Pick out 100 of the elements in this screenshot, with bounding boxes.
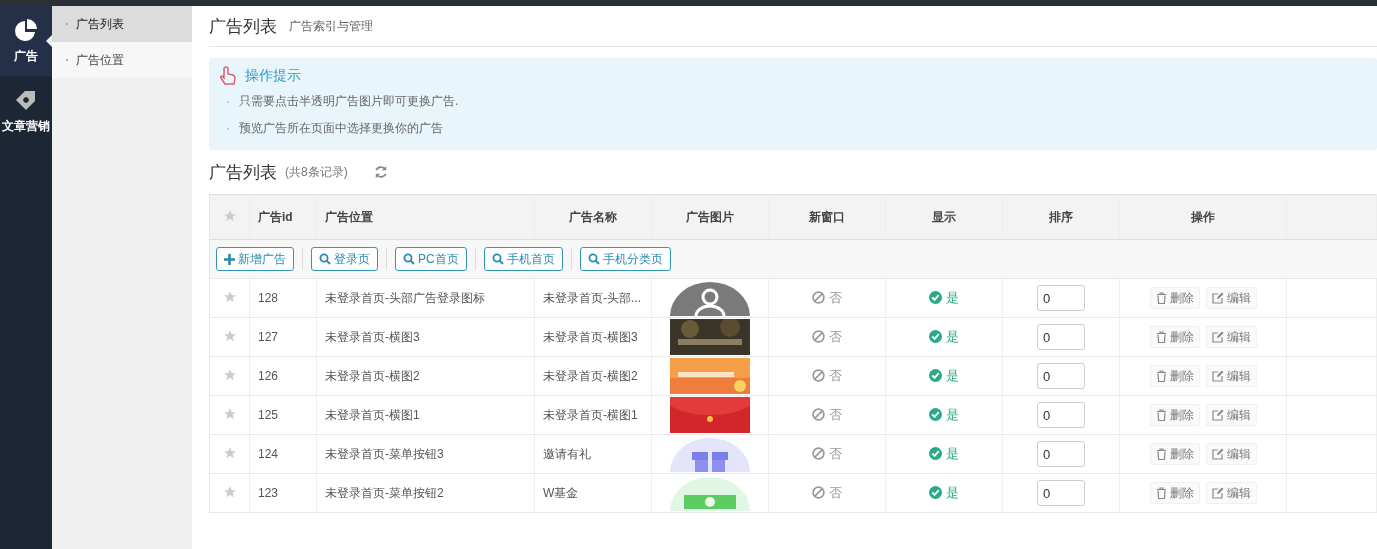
table-cell: 未登录首页-头部广告登录图标 [316,278,535,318]
check-circle-icon [929,447,942,461]
nav-item[interactable]: 广告 [0,6,52,76]
tip-text: 只需要点击半透明广告图片即可更换广告. [239,93,459,110]
search-icon [319,253,331,265]
star-icon[interactable] [222,289,237,304]
toggle-status[interactable]: 否 [812,288,842,307]
edit-icon [1211,331,1224,343]
column-header: 广告名称 [534,194,652,240]
star-icon[interactable] [222,328,237,343]
delete-button[interactable]: 删除 [1149,482,1200,504]
plus-icon [224,253,235,265]
edit-button[interactable]: 编辑 [1205,482,1257,504]
ban-icon [812,369,825,383]
edit-icon [1211,409,1224,421]
tips-title: 操作提示 [245,67,301,85]
table-cell: 未登录首页-横图3 [316,317,535,357]
star-icon[interactable] [222,445,237,460]
star-icon[interactable] [222,367,237,382]
edit-button[interactable]: 编辑 [1205,326,1257,348]
trash-icon [1155,331,1167,343]
star-icon[interactable] [222,406,237,421]
column-header: 显示 [885,194,1003,240]
delete-button[interactable]: 删除 [1149,287,1200,309]
sidebar-item[interactable]: 广告列表 [52,6,192,42]
page-title: 广告列表 [209,15,277,38]
toggle-status[interactable]: 否 [812,444,842,463]
sort-field[interactable]: 0 [1037,402,1085,428]
sort-field[interactable]: 0 [1037,363,1085,389]
search-icon [403,253,415,265]
table-cell: 126 [249,356,317,396]
table-cell: 128 [249,278,317,318]
table-cell: 124 [249,434,317,474]
toggle-status[interactable]: 否 [812,483,842,502]
edit-button[interactable]: 编辑 [1205,365,1257,387]
check-circle-icon [929,369,942,383]
table-cell: 127 [249,317,317,357]
add-button[interactable]: 新增广告 [216,247,294,271]
toggle-status[interactable]: 是 [929,483,959,502]
table-cell: 125 [249,395,317,435]
filter-button[interactable]: 手机首页 [483,247,563,271]
sort-field[interactable]: 0 [1037,480,1085,506]
record-count: (共8条记录) [285,163,348,181]
filter-button[interactable]: PC首页 [395,247,467,271]
table-cell: 未登录首页-横图2 [534,356,652,396]
search-icon [587,253,600,265]
delete-button[interactable]: 删除 [1149,404,1200,426]
table-cell: 未登录首页-菜单按钮3 [316,434,535,474]
edit-icon [1211,487,1224,499]
delete-button[interactable]: 删除 [1149,443,1200,465]
delete-button[interactable]: 删除 [1149,326,1200,348]
column-header: 排序 [1002,194,1120,240]
toggle-status[interactable]: 是 [929,444,959,463]
edit-button[interactable]: 编辑 [1205,287,1257,309]
list-title: 广告列表 [209,161,277,184]
ban-icon [812,330,825,344]
toggle-status[interactable]: 否 [812,366,842,385]
edit-button[interactable]: 编辑 [1205,404,1257,426]
check-circle-icon [929,291,942,305]
edit-icon [1211,448,1224,460]
hand-pointer-icon [219,66,237,86]
toggle-status[interactable]: 否 [812,327,842,346]
toggle-status[interactable]: 是 [929,327,959,346]
sidebar-item[interactable]: 广告位置 [52,42,192,78]
table-cell: 123 [249,473,317,513]
table-cell: 未登录首页-菜单按钮2 [316,473,535,513]
check-circle-icon [929,330,942,344]
column-header: 广告位置 [316,194,535,240]
toggle-status[interactable]: 是 [929,288,959,307]
column-header: 新窗口 [768,194,886,240]
sort-field[interactable]: 0 [1037,285,1085,311]
trash-icon [1155,487,1167,499]
column-header: 广告图片 [651,194,769,240]
ban-icon [812,291,825,305]
toggle-status[interactable]: 是 [929,405,959,424]
toggle-status[interactable]: 否 [812,405,842,424]
trash-icon [1155,370,1167,382]
filter-button[interactable]: 登录页 [311,247,378,271]
trash-icon [1155,409,1167,421]
trash-icon [1155,448,1167,460]
table-cell: 未登录首页-横图2 [316,356,535,396]
star-icon[interactable] [222,208,237,223]
table-cell: 未登录首页-横图3 [534,317,652,357]
edit-icon [1211,370,1224,382]
check-circle-icon [929,486,942,500]
check-circle-icon [929,408,942,422]
filter-button[interactable]: 手机分类页 [579,247,671,271]
star-icon[interactable] [222,484,237,499]
trash-icon [1155,292,1167,304]
sort-field[interactable]: 0 [1037,324,1085,350]
refresh-icon[interactable] [373,165,388,179]
delete-button[interactable]: 删除 [1149,365,1200,387]
nav-item[interactable]: 文章营销 [0,76,52,146]
table-cell: 未登录首页-横图1 [534,395,652,435]
edit-button[interactable]: 编辑 [1205,443,1257,465]
table-cell: 未登录首页-横图1 [316,395,535,435]
toggle-status[interactable]: 是 [929,366,959,385]
ban-icon [812,408,825,422]
sort-field[interactable]: 0 [1037,441,1085,467]
search-icon [491,253,504,265]
